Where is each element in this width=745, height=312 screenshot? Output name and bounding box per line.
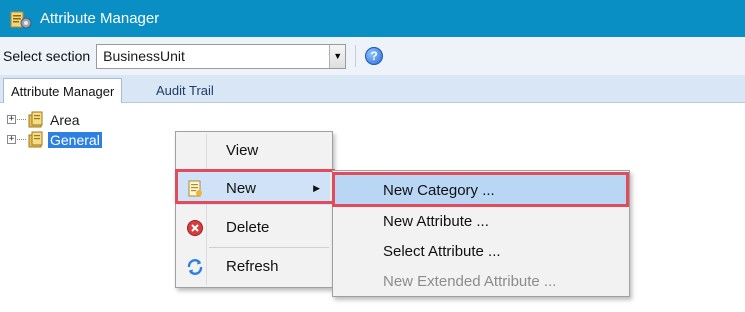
tree-connector bbox=[17, 119, 26, 120]
highlight-box-new bbox=[175, 169, 335, 204]
section-toolbar: Select section BusinessUnit ▼ ? bbox=[0, 37, 745, 75]
tab-attribute-manager[interactable]: Attribute Manager bbox=[3, 78, 123, 103]
menu-item-label: Refresh bbox=[226, 258, 279, 275]
menu-separator bbox=[209, 247, 329, 248]
submenu-item-new-attribute[interactable]: New Attribute ... bbox=[335, 206, 627, 236]
tree-node-label[interactable]: General bbox=[48, 131, 102, 148]
tree-node-area[interactable]: + Area bbox=[7, 110, 157, 129]
title-bar: Attribute Manager bbox=[0, 0, 745, 37]
context-menu: View New ▶ Delete Refresh bbox=[175, 131, 333, 288]
menu-item-delete[interactable]: Delete bbox=[178, 211, 330, 244]
delete-icon bbox=[186, 219, 204, 237]
highlight-box-new-category bbox=[332, 172, 629, 207]
tree-node-general[interactable]: + General bbox=[7, 130, 157, 149]
menu-item-label: Delete bbox=[226, 219, 270, 236]
select-section-label: Select section bbox=[3, 48, 91, 64]
section-dropdown-value: BusinessUnit bbox=[103, 48, 185, 64]
submenu-item-label: New Attribute ... bbox=[383, 212, 489, 230]
help-icon[interactable]: ? bbox=[365, 47, 384, 65]
tree-node-label[interactable]: Area bbox=[48, 112, 82, 128]
expand-icon[interactable]: + bbox=[7, 135, 16, 144]
tab-audit-trail[interactable]: Audit Trail bbox=[149, 78, 221, 103]
submenu-item-select-attribute[interactable]: Select Attribute ... bbox=[335, 236, 627, 266]
refresh-icon bbox=[186, 258, 204, 276]
submenu-item-label: New Extended Attribute ... bbox=[383, 272, 557, 290]
folder-icon bbox=[28, 131, 44, 148]
expand-icon[interactable]: + bbox=[7, 115, 16, 124]
tab-bar: Attribute Manager Audit Trail bbox=[0, 75, 745, 103]
submenu-item-label: Select Attribute ... bbox=[383, 242, 501, 260]
attribute-manager-icon bbox=[10, 9, 32, 29]
chevron-down-icon[interactable]: ▼ bbox=[329, 44, 346, 68]
menu-item-label: View bbox=[226, 142, 259, 159]
menu-item-view[interactable]: View bbox=[178, 134, 330, 167]
tree-connector bbox=[17, 139, 26, 140]
toolbar-separator bbox=[355, 45, 357, 67]
submenu-item-new-extended-attribute: New Extended Attribute ... bbox=[335, 266, 627, 296]
folder-icon bbox=[28, 111, 44, 128]
menu-item-refresh[interactable]: Refresh bbox=[178, 250, 330, 283]
window-title: Attribute Manager bbox=[40, 10, 160, 27]
section-dropdown[interactable]: BusinessUnit ▼ bbox=[96, 43, 347, 69]
